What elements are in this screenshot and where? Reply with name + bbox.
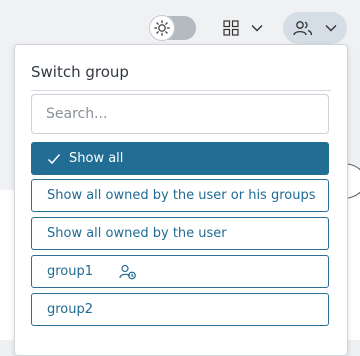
users-icon xyxy=(293,21,313,36)
option-label: Show all xyxy=(69,151,124,166)
group-switcher-button[interactable] xyxy=(283,12,347,44)
group-owner-icon xyxy=(119,264,137,280)
sun-icon xyxy=(154,20,170,36)
check-icon xyxy=(47,153,61,165)
option-label: group2 xyxy=(47,302,94,317)
option-owned-by-user-or-groups[interactable]: Show all owned by the user or his groups xyxy=(31,179,329,212)
theme-toggle[interactable] xyxy=(150,16,196,40)
option-owned-by-user[interactable]: Show all owned by the user xyxy=(31,217,329,250)
group-switcher-dropdown: Switch group Show all Show all owned by … xyxy=(14,44,348,356)
grid-icon xyxy=(223,20,239,36)
dropdown-title: Switch group xyxy=(31,63,129,81)
option-label: group1 xyxy=(47,264,94,279)
chevron-down-icon xyxy=(251,25,263,32)
group-search-input[interactable] xyxy=(31,94,329,134)
top-bar xyxy=(0,0,360,48)
option-label: Show all owned by the user xyxy=(47,226,227,241)
option-group1[interactable]: group1 xyxy=(31,255,329,288)
chevron-down-icon xyxy=(325,25,337,32)
theme-knob xyxy=(150,16,174,40)
title-divider xyxy=(31,90,331,91)
option-label: Show all owned by the user or his groups xyxy=(47,188,316,203)
option-group2[interactable]: group2 xyxy=(31,293,329,326)
option-show-all[interactable]: Show all xyxy=(31,142,329,175)
apps-menu-button[interactable] xyxy=(218,14,268,42)
